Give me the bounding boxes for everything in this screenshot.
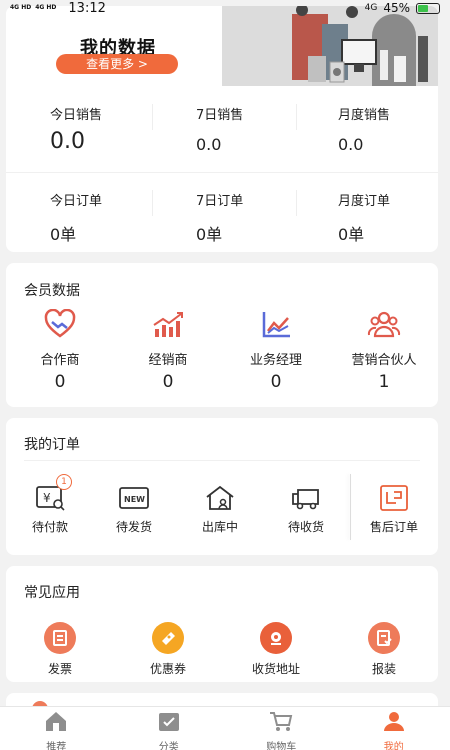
truck-icon — [292, 489, 319, 510]
app-label: 优惠券 — [149, 662, 186, 676]
signal-2: 4G HD — [35, 4, 57, 11]
order-pending-receipt[interactable]: 待收货 — [266, 484, 346, 535]
member-section-title: 会员数据 — [24, 283, 80, 299]
order-label: 待收货 — [287, 520, 324, 534]
stat-label: 月度销售 — [338, 108, 391, 123]
network-label: 4G — [364, 3, 378, 13]
handshake-heart-icon — [44, 308, 76, 338]
member-item-partner[interactable]: 合作商 0 — [6, 308, 114, 392]
category-icon — [158, 713, 179, 731]
location-icon — [260, 622, 292, 654]
stat-value: 0.0 — [338, 135, 364, 154]
stat-7day-orders: 7日订单 0单 — [196, 190, 336, 245]
stat-value: 0单 — [196, 225, 223, 244]
stat-label: 7日订单 — [196, 194, 244, 209]
orders-section-title: 我的订单 — [24, 437, 80, 453]
users-group-icon — [367, 311, 401, 338]
tab-label: 我的 — [383, 742, 404, 750]
member-count: 0 — [54, 372, 66, 392]
my-orders-card: 我的订单 ¥ 1 待付款 NEW 待发货 出库中 待收货 售后订单 — [6, 418, 438, 555]
app-invoice[interactable]: 发票 — [20, 622, 100, 677]
order-label: 售后订单 — [369, 520, 418, 534]
row-divider — [6, 172, 438, 173]
member-count: 1 — [378, 372, 390, 392]
tab-category[interactable]: 分类 — [113, 707, 226, 750]
stat-today-orders: 今日订单 0单 — [50, 190, 190, 245]
stat-today-sales: 今日销售 0.0 — [50, 104, 190, 154]
app-label: 发票 — [47, 662, 72, 676]
order-outbound[interactable]: 出库中 — [180, 484, 260, 535]
apps-section-title: 常见应用 — [24, 585, 80, 601]
stat-value: 0单 — [50, 225, 77, 244]
member-item-marketing-partner[interactable]: 营销合伙人 1 — [330, 309, 438, 392]
order-after-sales[interactable]: 售后订单 — [354, 484, 434, 535]
app-install[interactable]: 报装 — [344, 622, 424, 677]
line-chart-icon — [262, 312, 290, 338]
member-count: 0 — [162, 372, 174, 392]
member-item-dealer[interactable]: 经销商 0 — [114, 309, 222, 392]
member-label: 合作商 — [40, 353, 80, 368]
stat-value: 0单 — [338, 225, 365, 244]
signal-1: 4G HD — [10, 4, 32, 11]
cart-icon — [270, 712, 293, 731]
order-pending-shipment[interactable]: NEW 待发货 — [94, 484, 174, 535]
tab-label: 分类 — [158, 742, 179, 750]
order-label: 出库中 — [201, 520, 238, 534]
pending-payment-badge: 1 — [56, 474, 72, 490]
warehouse-icon — [206, 485, 234, 510]
battery-icon — [416, 2, 440, 14]
member-label: 营销合伙人 — [351, 353, 417, 368]
member-data-card: 会员数据 合作商 0 经销商 0 业务经理 0 营销合伙人 1 — [6, 263, 438, 407]
home-icon — [46, 712, 67, 731]
common-apps-card: 常见应用 发票 优惠券 收货地址 报装 — [6, 566, 438, 682]
my-data-banner[interactable]: 我的数据 查看更多 > — [6, 6, 438, 86]
stat-value: 0.0 — [196, 135, 222, 154]
stat-value: 0.0 — [50, 129, 85, 154]
battery-percent: 45% — [383, 1, 410, 15]
stat-label: 今日销售 — [50, 108, 103, 123]
app-label: 报装 — [371, 662, 396, 676]
install-icon — [368, 622, 400, 654]
tab-cart[interactable]: 购物车 — [225, 707, 338, 750]
view-more-button[interactable]: 查看更多 > — [56, 54, 178, 74]
stat-month-sales: 月度销售 0.0 — [338, 104, 450, 154]
svg-text:NEW: NEW — [124, 495, 145, 504]
member-label: 经销商 — [148, 353, 188, 368]
clock: 13:12 — [68, 0, 106, 16]
member-label: 业务经理 — [249, 353, 302, 368]
stat-month-orders: 月度订单 0单 — [338, 190, 450, 245]
status-bar: 4G HD 4G HD 13:12 4G 45% — [0, 0, 450, 16]
app-label: 收货地址 — [251, 662, 300, 676]
member-count: 0 — [270, 372, 282, 392]
stat-label: 7日销售 — [196, 108, 244, 123]
stat-label: 今日订单 — [50, 194, 103, 209]
stat-7day-sales: 7日销售 0.0 — [196, 104, 336, 154]
order-pending-payment[interactable]: ¥ 1 待付款 — [10, 474, 90, 535]
profile-icon — [383, 712, 404, 731]
invoice-icon — [44, 622, 76, 654]
svg-text:¥: ¥ — [43, 491, 51, 505]
bottom-tab-bar: 推荐 分类 购物车 我的 — [0, 706, 450, 750]
app-coupon[interactable]: 优惠券 — [128, 622, 208, 677]
orders-separator — [350, 474, 351, 540]
new-box-icon: NEW — [119, 487, 149, 509]
tab-mine[interactable]: 我的 — [338, 707, 450, 750]
tab-label: 购物车 — [266, 742, 297, 750]
order-label: 待发货 — [115, 520, 152, 534]
app-address[interactable]: 收货地址 — [236, 622, 316, 677]
after-sales-icon — [380, 485, 408, 511]
coupon-icon — [152, 622, 184, 654]
member-item-business-manager[interactable]: 业务经理 0 — [222, 309, 330, 392]
my-data-card: 我的数据 查看更多 > 今日销售 0.0 7日销售 0.0 月度销售 0.0 今… — [6, 6, 438, 252]
tab-label: 推荐 — [46, 742, 67, 750]
stat-label: 月度订单 — [338, 194, 391, 209]
banner-appliances-image — [222, 6, 438, 86]
order-label: 待付款 — [31, 520, 68, 534]
tab-recommend[interactable]: 推荐 — [0, 707, 113, 750]
trend-up-icon — [153, 312, 183, 337]
